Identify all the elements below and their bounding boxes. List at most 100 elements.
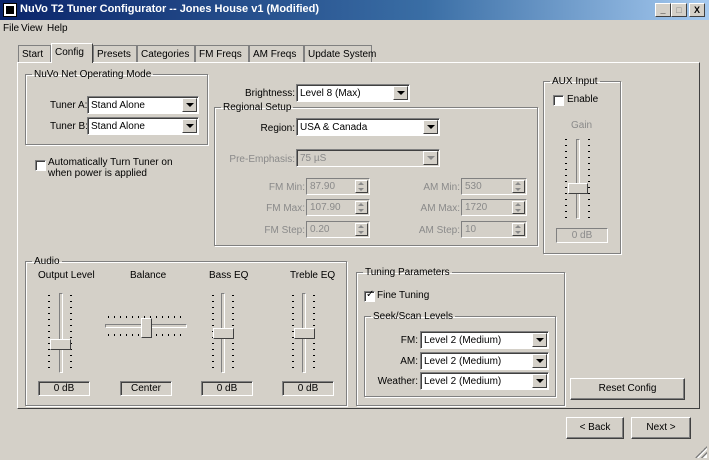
gain-ticks-right <box>588 139 590 219</box>
auto-on-label-line1: Automatically Turn Tuner on <box>48 157 173 168</box>
resize-grip-icon[interactable] <box>695 446 707 458</box>
bass-eq-value: 0 dB <box>201 381 253 396</box>
brightness-select[interactable]: Level 8 (Max) <box>296 84 410 102</box>
weather-seek-label: Weather: <box>377 376 418 387</box>
am-step-spinner[interactable]: 10 <box>461 221 527 238</box>
output-slider-thumb[interactable] <box>50 339 71 350</box>
am-seek-label: AM: <box>400 356 418 367</box>
seek-scan-legend: Seek/Scan Levels <box>373 311 454 322</box>
fm-min-label: FM Min: <box>268 182 305 193</box>
back-button[interactable]: < Back <box>566 417 624 439</box>
fm-max-spinner[interactable]: 107.90 <box>306 199 370 216</box>
am-seek-select[interactable]: Level 2 (Medium) <box>420 352 549 370</box>
auto-on-label-line2: when power is applied <box>48 168 147 179</box>
fm-seek-select[interactable]: Level 2 (Medium) <box>420 331 549 349</box>
chevron-down-icon[interactable] <box>182 98 197 112</box>
spin-arrows-icon[interactable] <box>355 201 368 214</box>
fm-min-spinner[interactable]: 87.90 <box>306 178 370 195</box>
menu-view[interactable]: View <box>21 23 43 34</box>
am-min-label: AM Min: <box>423 182 460 193</box>
fm-seek-label: FM: <box>400 335 418 346</box>
chevron-down-icon[interactable] <box>423 120 438 134</box>
tuner-a-select[interactable]: Stand Alone <box>87 96 199 114</box>
app-icon <box>3 3 17 17</box>
fine-tuning-label: Fine Tuning <box>377 290 430 301</box>
pre-emphasis-select[interactable]: 75 µS <box>296 149 440 167</box>
tab-categories[interactable]: Categories <box>137 45 195 62</box>
treble-eq-value: 0 dB <box>282 381 334 396</box>
am-max-label: AM Max: <box>420 203 460 214</box>
window-title: NuVo T2 Tuner Configurator -- Jones Hous… <box>20 3 320 15</box>
reset-config-button[interactable]: Reset Config <box>570 378 685 400</box>
tab-start[interactable]: Start <box>18 45 51 62</box>
gain-slider-track[interactable] <box>576 139 580 219</box>
am-max-value: 1720 <box>465 202 488 213</box>
tuner-a-label: Tuner A: <box>50 100 88 111</box>
weather-seek-value: Level 2 (Medium) <box>424 376 502 387</box>
brightness-value: Level 8 (Max) <box>300 88 361 99</box>
maximize-button[interactable]: □ <box>671 3 687 17</box>
spin-arrows-icon[interactable] <box>355 180 368 193</box>
menu-file[interactable]: File <box>3 23 19 34</box>
audio-legend: Audio <box>34 256 60 267</box>
fm-max-value: 107.90 <box>310 202 341 213</box>
fine-tuning-checkbox[interactable] <box>364 289 375 302</box>
output-level-label: Output Level <box>38 270 95 281</box>
gain-label: Gain <box>571 120 593 131</box>
minimize-button[interactable]: _ <box>655 3 671 17</box>
pre-emphasis-value: 75 µS <box>300 153 327 164</box>
tuner-b-value: Stand Alone <box>91 121 145 132</box>
chevron-down-icon[interactable] <box>532 354 547 368</box>
region-select[interactable]: USA & Canada <box>296 118 440 136</box>
next-button[interactable]: Next > <box>631 417 691 439</box>
region-value: USA & Canada <box>300 122 368 133</box>
auto-on-checkbox[interactable] <box>35 160 46 171</box>
brightness-label: Brightness: <box>244 88 295 99</box>
spin-arrows-icon[interactable] <box>512 180 525 193</box>
am-step-value: 10 <box>465 224 477 235</box>
chevron-down-icon[interactable] <box>182 119 197 133</box>
fm-step-label: FM Step: <box>264 225 305 236</box>
title-bar: NuVo T2 Tuner Configurator -- Jones Hous… <box>0 0 709 20</box>
tab-presets[interactable]: Presets <box>93 45 137 62</box>
weather-seek-select[interactable]: Level 2 (Medium) <box>420 372 549 390</box>
chevron-down-icon[interactable] <box>393 86 408 100</box>
output-slider-track[interactable] <box>59 293 63 373</box>
pre-emphasis-label: Pre-Emphasis: <box>229 154 295 165</box>
chevron-down-icon[interactable] <box>532 333 547 347</box>
tab-update-system[interactable]: Update System <box>304 45 376 62</box>
balance-label: Balance <box>130 270 167 281</box>
spin-arrows-icon[interactable] <box>512 223 525 236</box>
spin-arrows-icon[interactable] <box>512 201 525 214</box>
tuner-a-value: Stand Alone <box>91 100 145 111</box>
menu-help[interactable]: Help <box>47 23 68 34</box>
regional-legend: Regional Setup <box>223 102 292 113</box>
treble-slider-thumb[interactable] <box>294 328 315 339</box>
auto-on-label: Automatically Turn Tuner on when power i… <box>48 157 173 179</box>
fm-seek-value: Level 2 (Medium) <box>424 335 502 346</box>
output-ticks-left <box>48 295 50 373</box>
bass-slider-thumb[interactable] <box>213 328 234 339</box>
am-max-spinner[interactable]: 1720 <box>461 199 527 216</box>
spin-arrows-icon[interactable] <box>355 223 368 236</box>
fm-min-value: 87.90 <box>310 181 336 192</box>
tuner-b-select[interactable]: Stand Alone <box>87 117 199 135</box>
tab-am-freqs[interactable]: AM Freqs <box>249 45 304 62</box>
tab-config[interactable]: Config <box>51 43 93 63</box>
balance-value: Center <box>120 381 172 396</box>
am-step-label: AM Step: <box>418 225 460 236</box>
tuning-legend: Tuning Parameters <box>365 267 450 278</box>
aux-enable-checkbox[interactable] <box>553 95 564 106</box>
chevron-down-icon[interactable] <box>532 374 547 388</box>
tab-fm-freqs[interactable]: FM Freqs <box>195 45 249 62</box>
close-button[interactable]: X <box>689 3 705 17</box>
am-min-value: 530 <box>465 181 482 192</box>
balance-slider-thumb[interactable] <box>141 318 152 338</box>
gain-slider-thumb[interactable] <box>568 183 588 194</box>
aux-enable-label: Enable <box>567 94 599 105</box>
bass-eq-label: Bass EQ <box>209 270 249 281</box>
am-min-spinner[interactable]: 530 <box>461 178 527 195</box>
chevron-down-icon[interactable] <box>423 151 438 165</box>
net-mode-legend: NuVo Net Operating Mode <box>34 69 152 80</box>
fm-step-spinner[interactable]: 0.20 <box>306 221 370 238</box>
